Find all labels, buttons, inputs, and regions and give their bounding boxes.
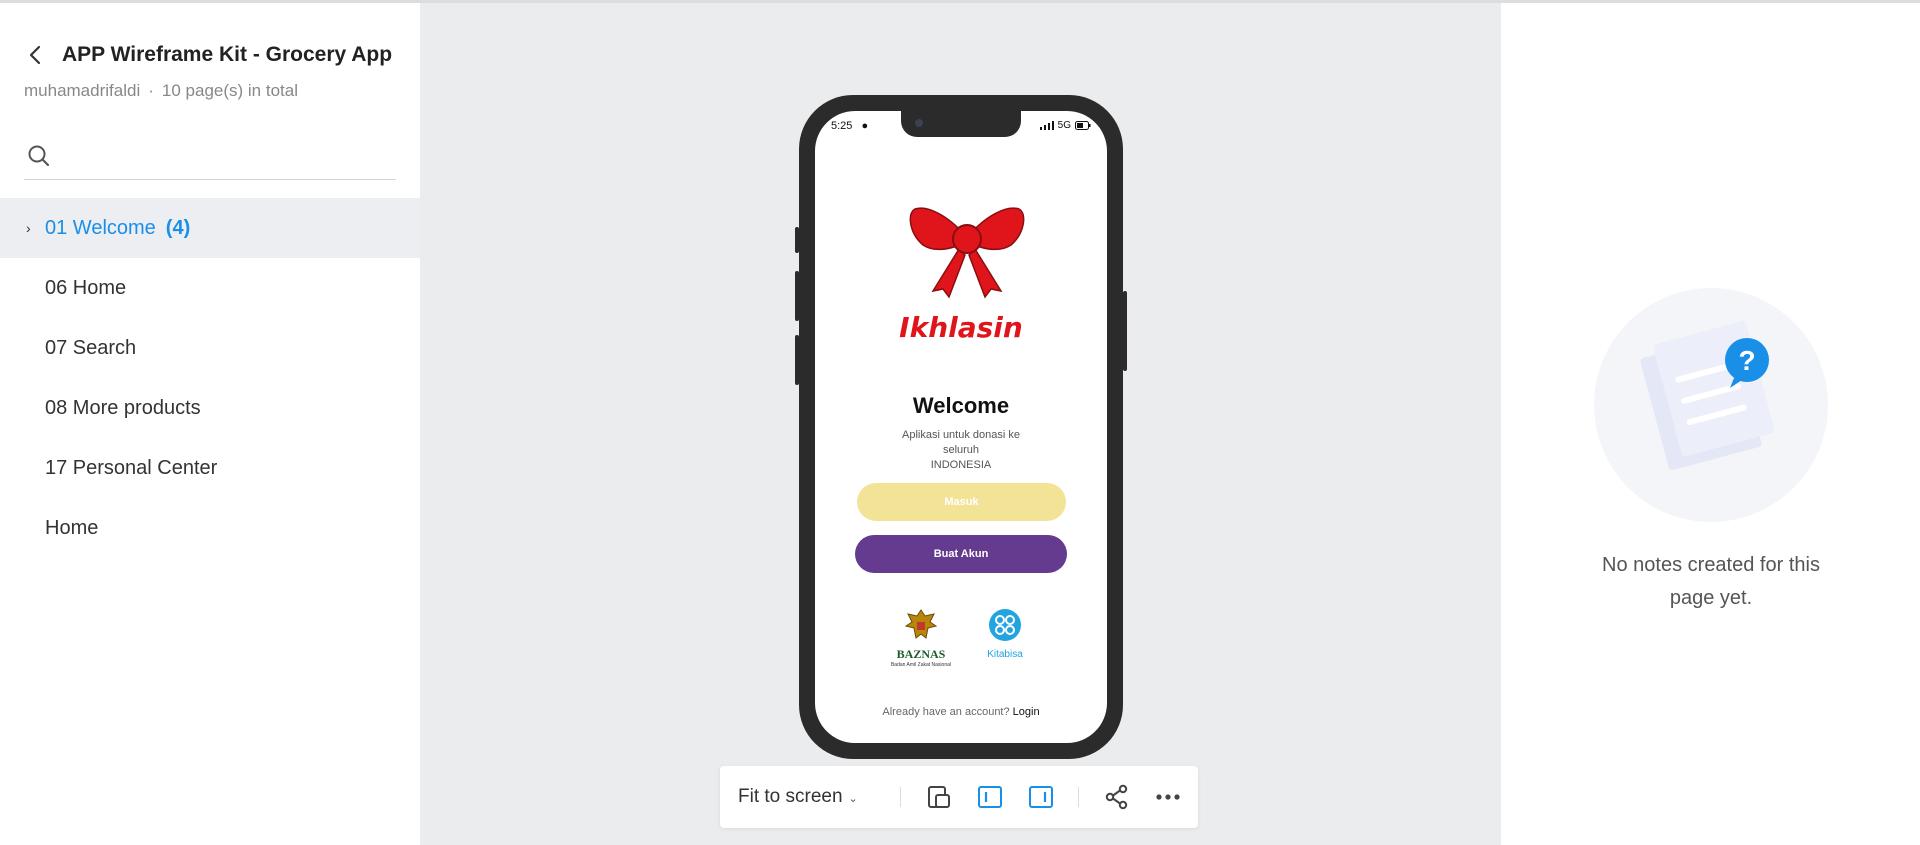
project-title: APP Wireframe Kit - Grocery App <box>62 43 393 66</box>
meta-separator: · <box>148 81 154 100</box>
zoom-dropdown[interactable]: Fit to screen ⌄ <box>738 766 858 828</box>
subtitle-line: seluruh <box>942 444 980 456</box>
share-icon[interactable] <box>1103 783 1131 811</box>
phone-power-button <box>1123 291 1127 371</box>
page-label: 17 Personal Center <box>45 457 218 479</box>
battery-icon <box>1075 121 1091 130</box>
login-link[interactable]: Login <box>1013 706 1040 718</box>
page-child-count: (4) <box>165 217 191 239</box>
baznas-subtitle: Badan Amil Zakat Nasional <box>890 662 952 668</box>
zoom-label: Fit to screen <box>738 786 843 807</box>
chevron-right-icon[interactable]: › <box>26 198 31 258</box>
login-prompt-text: Already have an account? <box>882 706 1010 718</box>
kitabisa-icon <box>989 609 1021 641</box>
buat-akun-button[interactable]: Buat Akun <box>855 535 1067 573</box>
welcome-title: Welcome <box>912 393 1010 418</box>
more-icon[interactable] <box>1154 783 1182 811</box>
ribbon-logo-icon <box>903 199 1031 299</box>
back-icon[interactable] <box>24 41 48 69</box>
page-item-07-search[interactable]: 07 Search <box>0 318 420 378</box>
author-name: muhamadrifaldi <box>24 81 141 100</box>
phone-frame: 5:25 ● 5G Ikhlasin Welcome Aplikasi untu… <box>795 95 1127 759</box>
copy-frame-icon[interactable] <box>925 783 953 811</box>
page-item-01-welcome[interactable]: › 01 Welcome (4) <box>0 198 420 258</box>
garuda-emblem-icon <box>904 609 938 639</box>
page-item-17-personal-center[interactable]: 17 Personal Center <box>0 438 420 498</box>
preview-toolbar: Fit to screen ⌄ <box>720 766 1198 828</box>
preview-canvas[interactable]: 5:25 ● 5G Ikhlasin Welcome Aplikasi untu… <box>420 3 1501 845</box>
single-page-icon[interactable] <box>976 783 1004 811</box>
phone-side-button <box>795 227 799 253</box>
svg-text:?: ? <box>1738 345 1755 376</box>
toolbar-divider <box>900 787 901 807</box>
pages-sidebar: APP Wireframe Kit - Grocery App muhamadr… <box>0 3 420 845</box>
split-view-icon[interactable] <box>1027 783 1055 811</box>
page-label: 01 Welcome <box>45 217 156 239</box>
phone-screen: 5:25 ● 5G Ikhlasin Welcome Aplikasi untu… <box>815 111 1107 743</box>
page-item-08-more-products[interactable]: 08 More products <box>0 378 420 438</box>
page-label: Home <box>45 517 99 539</box>
signal-icon <box>1039 121 1054 130</box>
page-search[interactable] <box>24 137 396 180</box>
welcome-subtitle: Aplikasi untuk donasi ke seluruh INDONES… <box>891 428 1031 473</box>
empty-notes-message: No notes created for this page yet. <box>1602 554 1820 609</box>
camera-icon <box>915 119 923 127</box>
page-list: › 01 Welcome (4) 06 Home 07 Search 08 Mor… <box>0 198 420 558</box>
kitabisa-name: Kitabisa <box>987 649 1023 660</box>
page-label: 08 More products <box>45 397 201 419</box>
status-time-text: 5:25 <box>831 120 853 132</box>
phone-side-button <box>795 271 799 321</box>
baznas-name: BAZNAS <box>896 647 946 661</box>
toolbar-divider <box>1078 787 1079 807</box>
status-icons: 5G <box>1039 120 1091 131</box>
subtitle-line: Aplikasi untuk donasi ke <box>901 429 1020 441</box>
kitabisa-logo: Kitabisa <box>980 608 1030 660</box>
notes-panel: ? No notes created for this page yet. <box>1501 3 1920 845</box>
page-item-home[interactable]: Home <box>0 498 420 558</box>
status-time: 5:25 ● <box>831 120 868 132</box>
baznas-logo: BAZNAS Badan Amil Zakat Nasional <box>879 608 963 668</box>
phone-notch <box>901 111 1021 137</box>
page-label: 07 Search <box>45 337 137 359</box>
brand-name: Ikhlasin <box>899 311 1023 344</box>
search-icon <box>28 145 50 167</box>
phone-side-button <box>795 335 799 385</box>
masuk-button[interactable]: Masuk <box>857 483 1066 521</box>
network-label: 5G <box>1057 120 1071 131</box>
page-item-06-home[interactable]: 06 Home <box>0 258 420 318</box>
chevron-down-icon: ⌄ <box>848 793 858 805</box>
page-count: 10 page(s) in total <box>161 81 298 100</box>
page-label: 06 Home <box>45 277 127 299</box>
project-meta: muhamadrifaldi · 10 page(s) in total <box>24 81 298 101</box>
subtitle-line: INDONESIA <box>930 459 992 471</box>
login-prompt: Already have an account? Login <box>815 706 1107 718</box>
person-icon: ● <box>861 120 869 132</box>
empty-notes-illustration: ? <box>1594 288 1828 522</box>
